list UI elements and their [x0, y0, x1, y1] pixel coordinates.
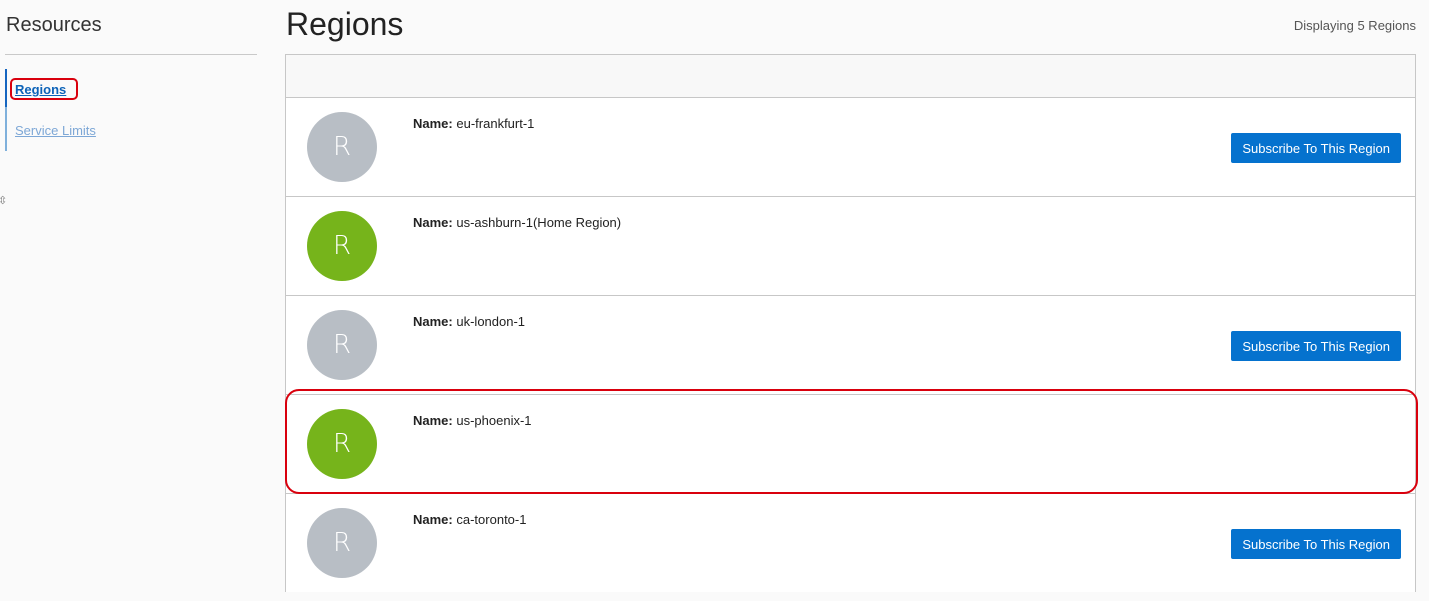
region-name: Name: ca-toronto-1 — [413, 512, 526, 527]
subscribe-button[interactable]: Subscribe To This Region — [1231, 133, 1401, 163]
name-label: Name: — [413, 314, 453, 329]
sidebar-divider — [5, 54, 257, 55]
sidebar: Resources Regions Service Limits ⇳ — [0, 0, 260, 601]
subscribe-button[interactable]: Subscribe To This Region — [1231, 331, 1401, 361]
subscribe-button[interactable]: Subscribe To This Region — [1231, 529, 1401, 559]
cursor-icon: ⇳ — [0, 195, 8, 207]
region-name: Name: us-ashburn-1(Home Region) — [413, 215, 621, 230]
region-avatar: R — [307, 409, 377, 479]
region-name: Name: eu-frankfurt-1 — [413, 116, 534, 131]
sidebar-item-regions[interactable]: Regions — [15, 82, 66, 97]
name-label: Name: — [413, 512, 453, 527]
region-row: R Name: us-phoenix-1 — [286, 395, 1415, 494]
region-avatar: R — [307, 112, 377, 182]
name-label: Name: — [413, 116, 453, 131]
name-value: ca-toronto-1 — [456, 512, 527, 527]
region-avatar: R — [307, 310, 377, 380]
region-row: R Name: uk-london-1 Subscribe To This Regi… — [286, 296, 1415, 395]
region-avatar: R — [307, 211, 377, 281]
region-count: Displaying 5 Regions — [1293, 18, 1416, 33]
active-indicator — [5, 69, 7, 107]
panel-header — [286, 55, 1415, 98]
sidebar-nav: Regions Service Limits — [5, 69, 247, 151]
region-row: R Name: eu-frankfurt-1 Subscribe To This R… — [286, 98, 1415, 197]
name-label: Name: — [413, 215, 453, 230]
name-label: Name: — [413, 413, 453, 428]
region-row: R Name: ca-toronto-1 Subscribe To This Reg… — [286, 494, 1415, 592]
region-name: Name: uk-london-1 — [413, 314, 525, 329]
regions-panel: R Name: eu-frankfurt-1 Subscribe To This R… — [285, 54, 1416, 592]
name-value: uk-london-1 — [456, 314, 526, 329]
region-name: Name: us-phoenix-1 — [413, 413, 532, 428]
name-value: us-phoenix-1 — [456, 413, 532, 428]
name-value: eu-frankfurt-1 — [456, 116, 535, 131]
sidebar-item-service-limits[interactable]: Service Limits — [15, 123, 96, 138]
region-row: R Name: us-ashburn-1(Home Region) — [286, 197, 1415, 296]
name-value: us-ashburn-1(Home Region) — [456, 215, 622, 230]
page-title: Regions — [286, 6, 404, 42]
sidebar-title: Resources — [6, 14, 102, 36]
region-avatar: R — [307, 508, 377, 578]
